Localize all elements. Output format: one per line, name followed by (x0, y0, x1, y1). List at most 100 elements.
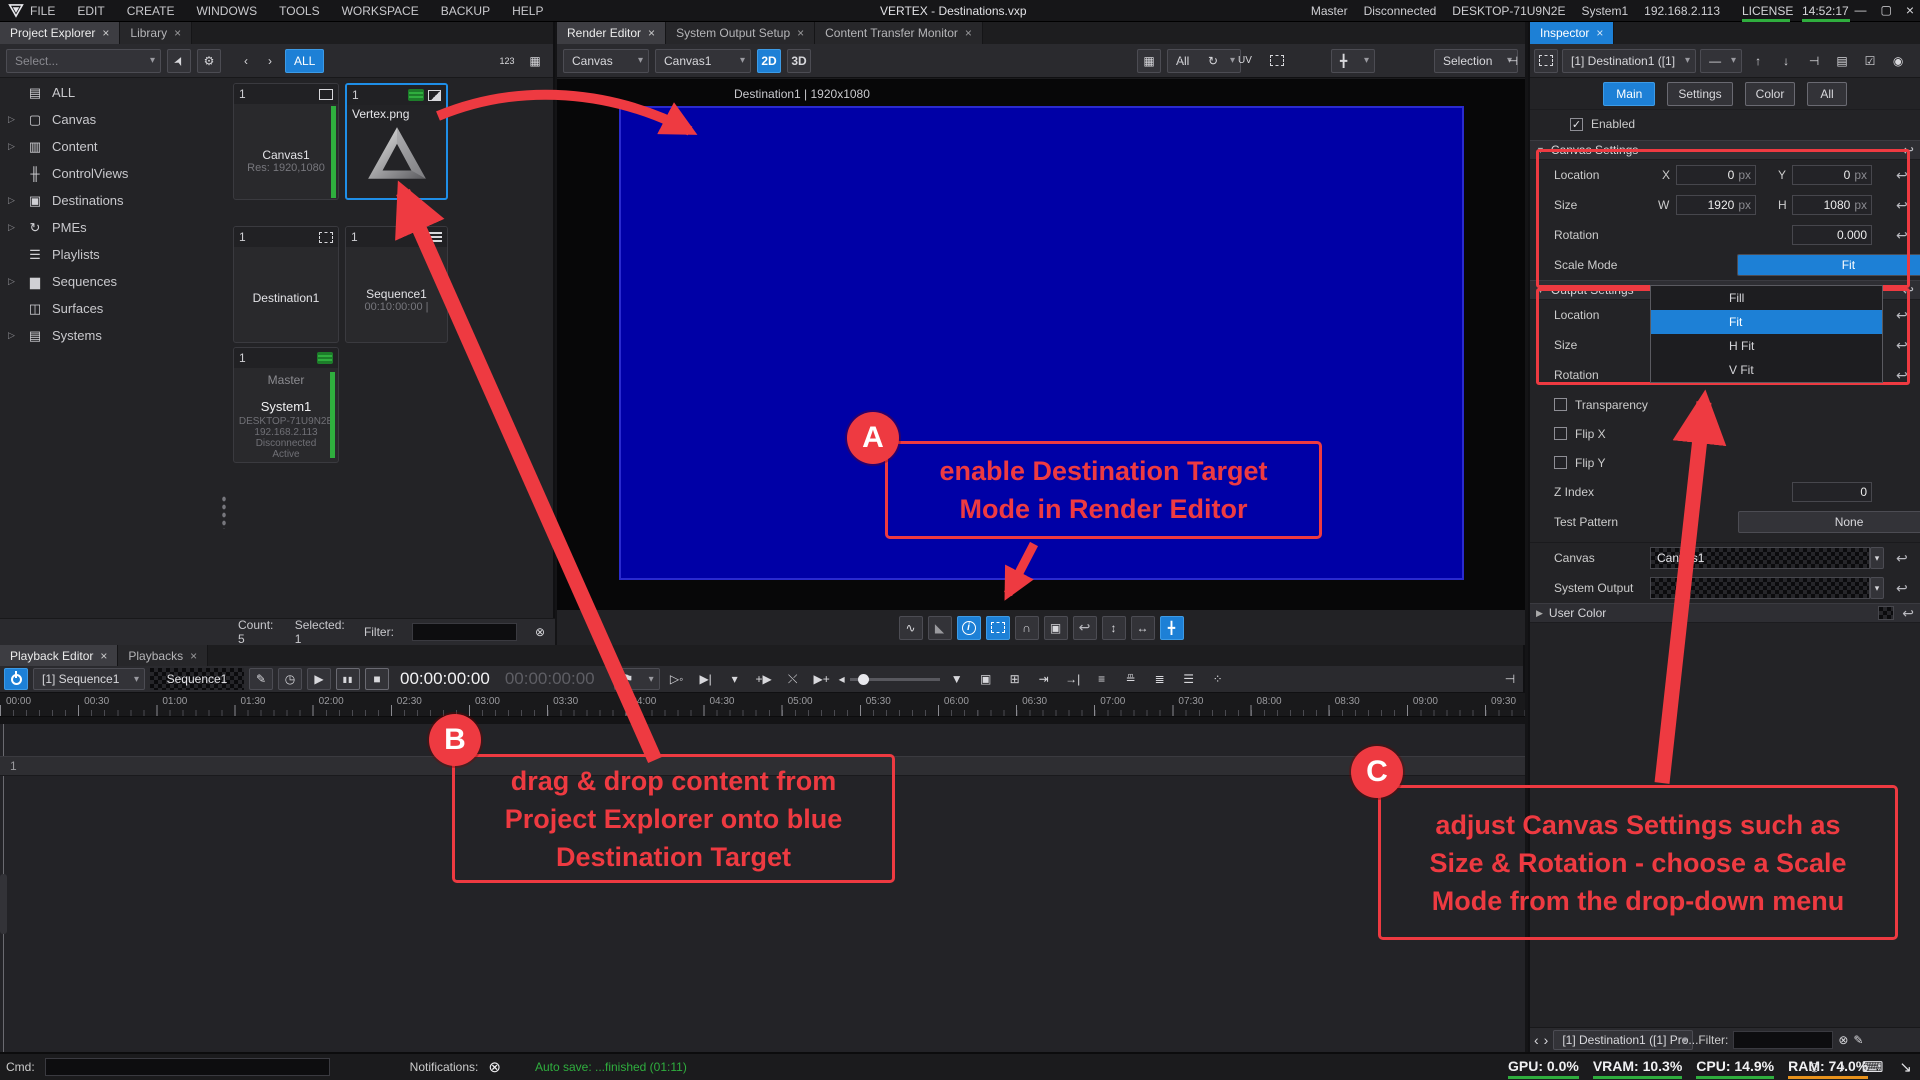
transport-options-dropdown[interactable]: ▾ (723, 668, 747, 690)
cmd-input[interactable] (45, 1058, 330, 1076)
canvas-target-dropdown[interactable]: Canvas1 (655, 49, 751, 73)
clear-filter-icon[interactable]: ⊗ (1838, 1033, 1848, 1047)
tab-render-editor[interactable]: Render Editor× (557, 22, 666, 44)
pan-move-button[interactable]: ╋ (1160, 616, 1184, 640)
close-button[interactable]: × (1906, 2, 1914, 18)
menu-file[interactable]: FILE (30, 4, 55, 18)
view-2d-button[interactable]: 2D (757, 49, 781, 73)
select-cursor-button[interactable]: ➤ (167, 49, 191, 73)
menu-create[interactable]: CREATE (127, 4, 175, 18)
footer-target-dropdown[interactable]: [1] Destination1 ([1] Pro... (1553, 1030, 1693, 1050)
next-item-button[interactable]: ↓ (1774, 49, 1798, 73)
sequence-select-dropdown[interactable]: [1] Sequence1 (33, 668, 145, 690)
edit-sequence-button[interactable]: ✎ (249, 668, 273, 690)
tree-item-sequences[interactable]: ▷▆Sequences (0, 268, 226, 295)
prev-item-button[interactable]: ↑ (1746, 49, 1770, 73)
minimize-button[interactable]: — (1854, 3, 1866, 17)
tree-item-content[interactable]: ▷▥Content (0, 133, 226, 160)
tab-project-explorer[interactable]: Project Explorer× (0, 22, 120, 44)
close-icon[interactable]: × (797, 26, 804, 40)
filter-input[interactable] (412, 623, 517, 641)
transparency-checkbox[interactable] (1554, 398, 1567, 411)
nav-prev-button[interactable]: ‹ (237, 49, 255, 73)
resize-corner-icon[interactable]: ↘ (1899, 1058, 1912, 1076)
test-pattern-dropdown[interactable]: None (1738, 511, 1920, 533)
jump-out-button[interactable]: ▶+ (810, 668, 834, 690)
canvas-mode-dropdown[interactable]: Canvas (563, 49, 649, 73)
snapshot-button[interactable]: ▣ (1044, 616, 1068, 640)
volume-slider-handle[interactable] (858, 674, 869, 685)
tab-color[interactable]: Color (1745, 82, 1796, 106)
align-layers-button[interactable]: ≣ (1148, 668, 1172, 690)
undo-icon[interactable]: ↩ (1902, 282, 1914, 299)
snap-magnet-button[interactable]: ∩ (1015, 616, 1039, 640)
canvas-assign-field[interactable]: Canvas1 (1650, 547, 1870, 569)
crop-frame-button[interactable] (1265, 49, 1289, 73)
expand-tracks-button[interactable]: ☰ (1177, 668, 1201, 690)
tile-vertex-png[interactable]: 1 Vertex.png (345, 83, 448, 200)
vertex-points-button[interactable]: ∴ (1169, 49, 1193, 73)
align-top-button[interactable]: ≡ (1090, 668, 1114, 690)
frame-add-button[interactable]: ▣ (974, 668, 998, 690)
menu-help[interactable]: HELP (512, 4, 543, 18)
size-w-field[interactable]: 1920px (1676, 195, 1756, 215)
collapse-icon[interactable]: ▼ (1536, 285, 1545, 295)
play-button[interactable]: ▶ (307, 668, 331, 690)
settings-gear-button[interactable]: ⚙ (197, 49, 221, 73)
close-icon[interactable]: × (1596, 26, 1603, 40)
license-label[interactable]: LICENSE (1742, 4, 1793, 18)
info-overlay-button[interactable]: i (957, 616, 981, 640)
tile-sequence1[interactable]: 1 Sequence1 00:10:00:00 | (345, 226, 448, 343)
undo-icon[interactable]: ↩ (1896, 337, 1908, 354)
tab-playbacks[interactable]: Playbacks× (118, 645, 208, 666)
expand-icon[interactable]: ▷ (8, 330, 18, 341)
transform-button[interactable]: ↻ (1201, 49, 1225, 73)
target-type-button[interactable] (1534, 49, 1558, 73)
tab-inspector[interactable]: Inspector× (1530, 22, 1614, 44)
tab-content-transfer-monitor[interactable]: Content Transfer Monitor× (815, 22, 983, 44)
keyboard-icon[interactable]: ⌨ (1862, 1058, 1884, 1076)
undo-icon[interactable]: ↩ (1896, 367, 1908, 384)
close-icon[interactable]: × (174, 26, 181, 40)
tree-splitter-handle[interactable] (221, 495, 227, 529)
frame-select-button[interactable]: ⁘ (1206, 668, 1230, 690)
filter-all-button[interactable]: ALL (285, 49, 324, 73)
footer-prev-button[interactable]: ‹ (1534, 1032, 1539, 1048)
undo-icon[interactable]: ↩ (1896, 307, 1908, 324)
reset-all-button[interactable]: ↩ (1914, 49, 1920, 73)
tab-playback-editor[interactable]: Playback Editor× (0, 645, 118, 666)
notifications-clear-icon[interactable]: ⊗ (488, 1058, 501, 1076)
tab-system-output-setup[interactable]: System Output Setup× (666, 22, 815, 44)
scale-option-fit[interactable]: Fit (1651, 310, 1882, 334)
collapse-icon[interactable]: ▼ (1536, 145, 1545, 155)
expand-icon[interactable]: ▷ (8, 276, 18, 287)
close-icon[interactable]: × (965, 26, 972, 40)
sequence-name-field[interactable]: Sequence1 (150, 668, 244, 690)
scale-option-v-fit[interactable]: V Fit (1651, 358, 1882, 382)
z-index-field[interactable]: 0 (1792, 482, 1872, 502)
inspected-target-dropdown[interactable]: [1] Destination1 ([1] (1562, 49, 1696, 73)
stop-button[interactable]: ■ (365, 668, 389, 690)
close-icon[interactable]: × (102, 26, 109, 40)
grid-snap-button[interactable]: ▦ (1137, 49, 1161, 73)
canvas-settings-header[interactable]: ▼ Canvas Settings ↩ (1530, 140, 1920, 160)
menu-workspace[interactable]: WORKSPACE (342, 4, 419, 18)
timeline-vscrollbar[interactable] (0, 874, 7, 934)
select-dropdown[interactable]: Select... (6, 49, 161, 73)
undo-icon[interactable]: ↩ (1896, 580, 1908, 597)
volume-slider[interactable] (850, 678, 940, 681)
grid-view-icon[interactable]: ▦ (524, 49, 546, 73)
tree-item-controlviews[interactable]: ╫ControlViews (0, 160, 226, 187)
tile-destination1[interactable]: 1 Destination1 (233, 226, 339, 343)
size-h-field[interactable]: 1080px (1792, 195, 1872, 215)
fit-vertical-button[interactable]: ↕ (1102, 616, 1126, 640)
menu-tools[interactable]: TOOLS (279, 4, 319, 18)
scale-mode-options-list[interactable]: Fill Fit H Fit V Fit (1650, 285, 1883, 383)
store-marker-button[interactable]: ▼ (945, 668, 969, 690)
play-section-button[interactable]: ▷◦ (665, 668, 689, 690)
goto-end-button[interactable]: →| (1061, 668, 1085, 690)
multi-select-button[interactable]: ☑ (1858, 49, 1882, 73)
pin-panel-button[interactable]: ⊣ (1498, 668, 1522, 690)
undo-icon[interactable]: ↩ (1902, 142, 1914, 159)
system-output-dropdown-button[interactable]: ▾ (1870, 577, 1884, 599)
